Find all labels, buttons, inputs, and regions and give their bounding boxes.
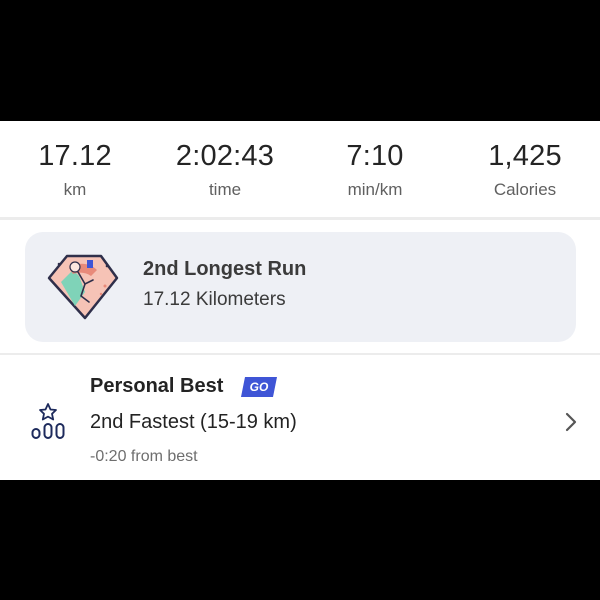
stat-unit: Calories — [493, 180, 557, 199]
go-badge: GO — [241, 377, 277, 397]
stat-value: 1,425 — [488, 140, 562, 172]
personal-best-note: -0:20 from best — [90, 448, 198, 465]
activity-summary-panel: 17.12 km 2:02:43 time 7:10 min/km 1,425 … — [0, 121, 600, 480]
stat-calories: 1,425 Calories — [450, 139, 600, 201]
achievement-subtitle: 17.12 Kilometers — [143, 289, 286, 310]
stat-distance: 17.12 km — [0, 139, 150, 201]
stat-unit: time — [208, 180, 242, 199]
running-trophy-badge-icon — [45, 252, 121, 322]
personal-best-detail: 2nd Fastest (15-19 km) — [90, 411, 297, 433]
stat-unit: min/km — [347, 180, 403, 199]
achievement-title: 2nd Longest Run — [143, 258, 307, 280]
personal-best-label: Personal Best — [90, 375, 224, 397]
section-divider — [0, 217, 600, 220]
personal-best-row[interactable]: Personal Best GO 2nd Fastest (15-19 km) … — [0, 355, 600, 480]
leaderboard-star-icon — [30, 402, 66, 440]
stat-time: 2:02:43 time — [150, 139, 300, 201]
go-badge-label: GO — [249, 380, 269, 394]
achievement-card[interactable]: 2nd Longest Run 17.12 Kilometers — [25, 232, 576, 342]
stats-row: 17.12 km 2:02:43 time 7:10 min/km 1,425 … — [0, 121, 600, 217]
stat-value: 7:10 — [346, 140, 404, 172]
stat-value: 2:02:43 — [175, 140, 275, 172]
chevron-right-icon[interactable] — [562, 410, 580, 434]
stat-pace: 7:10 min/km — [300, 139, 450, 201]
stat-value: 17.12 — [38, 140, 112, 172]
stat-unit: km — [63, 180, 87, 199]
